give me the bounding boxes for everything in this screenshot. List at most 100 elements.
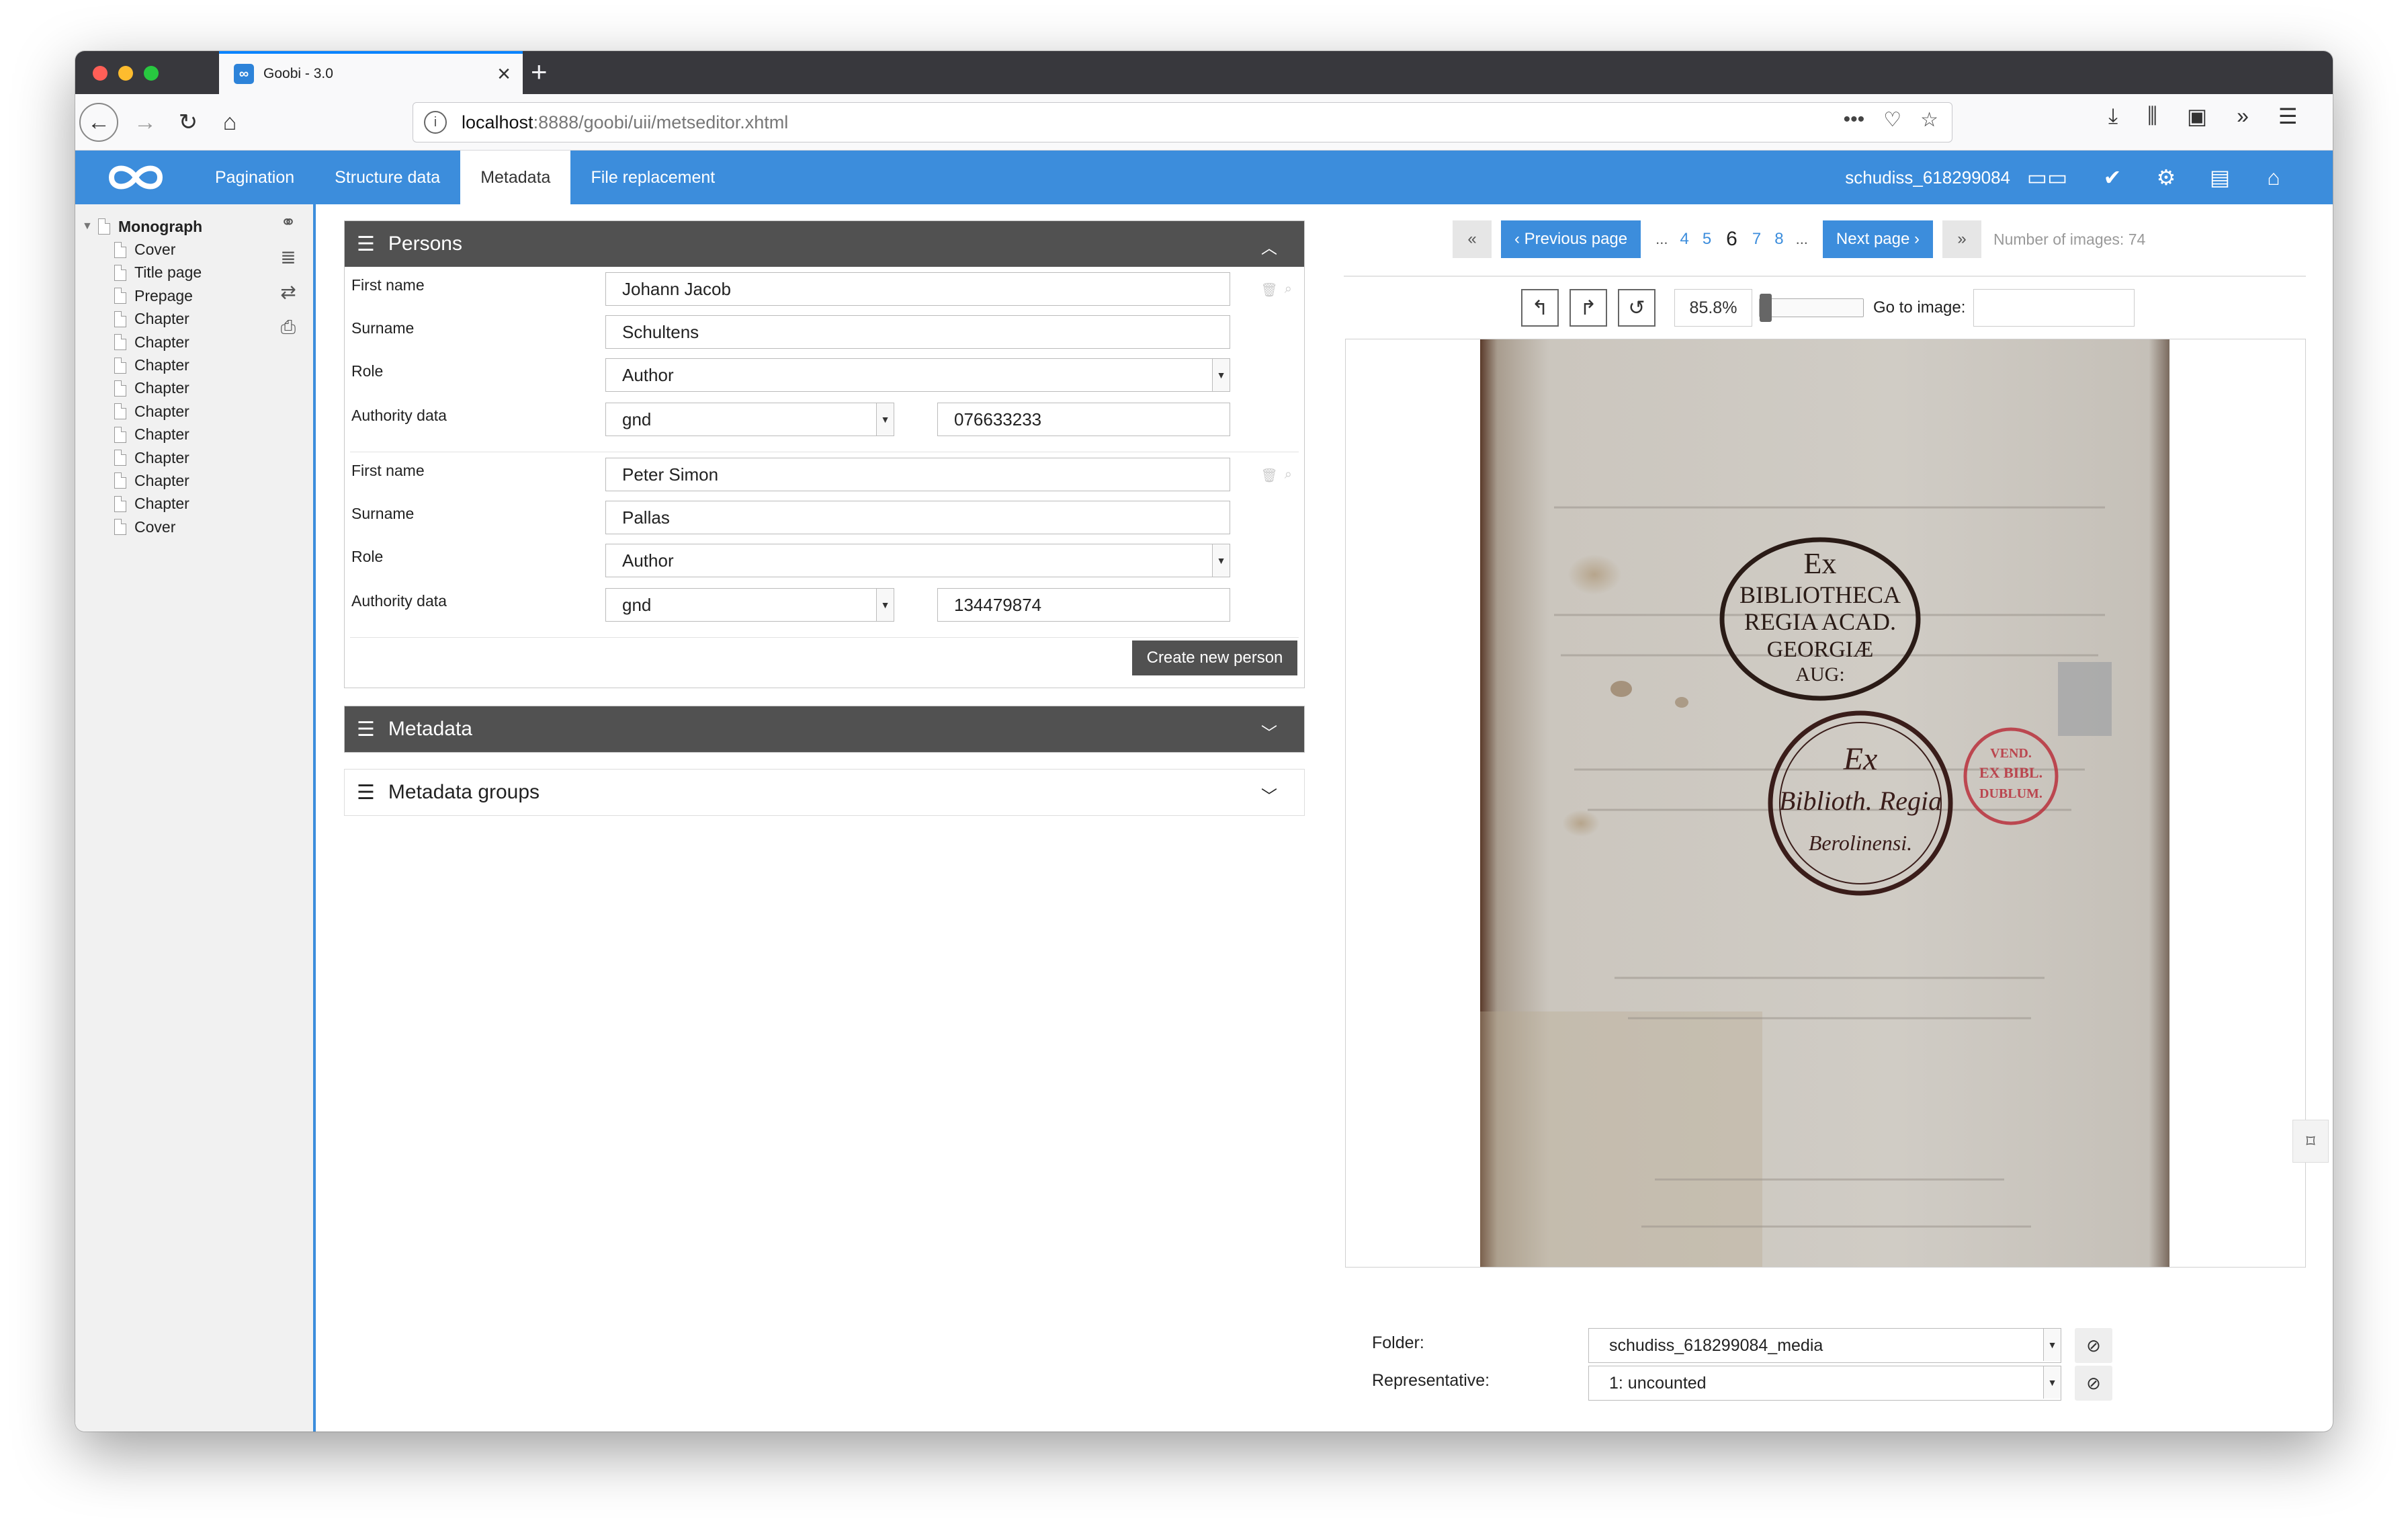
dropdown-arrow-icon[interactable]: ▼ [1212, 544, 1230, 577]
tree-node[interactable]: Chapter [82, 377, 202, 400]
chevron-up-icon[interactable]: ︿ [1261, 235, 1277, 258]
list-icon[interactable]: ≣ [277, 247, 300, 267]
persons-panel-header[interactable]: ☰ Persons ︿ [345, 221, 1304, 267]
tree-node-monograph[interactable]: ▼ Monograph [82, 215, 202, 238]
tree-node[interactable]: Prepage [82, 284, 202, 307]
tree-node[interactable]: Chapter [82, 354, 202, 376]
tree-node[interactable]: Chapter [82, 308, 202, 331]
pocket-icon[interactable]: ♡ [1883, 108, 1901, 132]
page-link[interactable]: 5 [1696, 230, 1718, 249]
close-tab-icon[interactable]: × [497, 60, 511, 87]
surname-field[interactable]: Pallas [605, 501, 1230, 534]
next-page-button[interactable]: Next page › [1822, 220, 1933, 258]
tab-file-replacement[interactable]: File replacement [570, 151, 735, 204]
swap-arrows-icon[interactable]: ⇄ [277, 282, 300, 302]
link-icon[interactable]: ⚭ [277, 212, 300, 233]
tree-node[interactable]: Chapter [82, 469, 202, 492]
dropdown-arrow-icon[interactable]: ▼ [876, 403, 894, 436]
surname-field[interactable]: Schultens [605, 315, 1230, 349]
url-text[interactable]: localhost:8888/goobi/uii/metseditor.xhtm… [462, 112, 788, 133]
authority-source-select[interactable]: gnd ▼ [605, 588, 894, 622]
tree-node[interactable]: Chapter [82, 400, 202, 423]
home-exit-icon[interactable]: ⌂ [2260, 163, 2287, 192]
slider-handle[interactable] [1760, 294, 1772, 322]
search-icon[interactable]: ⌕ [1285, 467, 1292, 484]
home-icon[interactable]: ⌂ [211, 104, 249, 141]
search-icon[interactable]: ⌕ [1285, 282, 1292, 298]
authority-source-select[interactable]: gnd ▼ [605, 403, 894, 436]
tab-pagination[interactable]: Pagination [195, 151, 314, 204]
rotate-right-icon[interactable]: ↱ [1570, 289, 1607, 327]
first-name-field[interactable]: Johann Jacob [605, 272, 1230, 306]
tab-metadata[interactable]: Metadata [460, 151, 571, 204]
maximize-window-button[interactable] [144, 66, 159, 81]
minimize-window-button[interactable] [118, 66, 133, 81]
page-link[interactable]: 8 [1768, 230, 1790, 249]
delete-icon[interactable]: 🗑 [1260, 467, 1277, 484]
dropdown-arrow-icon[interactable]: ▼ [1212, 359, 1230, 391]
create-new-person-button[interactable]: Create new person [1132, 640, 1297, 675]
metadata-panel-header[interactable]: ☰ Metadata ﹀ [345, 706, 1304, 752]
library-icon[interactable]: ⫼ [2147, 104, 2157, 129]
first-page-button[interactable]: « [1453, 220, 1492, 258]
last-page-button[interactable]: » [1942, 220, 1981, 258]
representative-select[interactable]: 1: uncounted ▼ [1588, 1366, 2061, 1401]
page-link[interactable]: 7 [1746, 230, 1768, 249]
download-icon[interactable]: ⤓ [2108, 104, 2118, 129]
first-name-field[interactable]: Peter Simon [605, 458, 1230, 491]
tree-node[interactable]: Cover [82, 515, 202, 538]
tree-node[interactable]: Chapter [82, 331, 202, 354]
metadata-groups-panel-header[interactable]: ☰ Metadata groups ﹀ [345, 770, 1304, 815]
settings-gear-icon[interactable]: ⚙ [2153, 163, 2180, 192]
save-icon[interactable]: ▤ [2206, 163, 2233, 192]
overflow-chevrons-icon[interactable]: » [2237, 104, 2249, 129]
tree-node[interactable]: Chapter [82, 446, 202, 469]
goto-image-input[interactable] [1973, 289, 2135, 327]
tree-node[interactable]: Cover [82, 238, 202, 261]
reload-icon[interactable]: ↻ [169, 104, 207, 141]
tree-node[interactable]: Chapter [82, 423, 202, 446]
folder-select[interactable]: schudiss_618299084_media ▼ [1588, 1328, 2061, 1363]
sidebar-toggle-icon[interactable]: ▣ [2187, 104, 2207, 129]
dropdown-arrow-icon[interactable]: ▼ [2043, 1329, 2061, 1361]
dropdown-arrow-icon[interactable]: ▼ [876, 589, 894, 621]
image-view-toggle-icon[interactable]: ▭▭ [2022, 163, 2072, 192]
close-window-button[interactable] [93, 66, 108, 81]
zoom-slider[interactable] [1759, 294, 1864, 322]
role-select[interactable]: Author ▼ [605, 544, 1230, 577]
bookmark-star-icon[interactable]: ☆ [1920, 108, 1938, 132]
dropdown-arrow-icon[interactable]: ▼ [2043, 1366, 2061, 1399]
new-tab-icon[interactable]: + [531, 55, 548, 89]
tree-node[interactable]: Chapter [82, 493, 202, 515]
hamburger-menu-icon[interactable]: ☰ [2278, 104, 2298, 129]
goobi-logo-icon[interactable] [102, 159, 169, 196]
representative-confirm-icon[interactable]: ⊘ [2075, 1366, 2112, 1401]
back-arrow-icon[interactable]: ← [79, 103, 118, 142]
tab-structure-data[interactable]: Structure data [314, 151, 460, 204]
document-icon [114, 288, 126, 304]
authority-id-field[interactable]: 076633233 [937, 403, 1230, 436]
chevron-down-icon[interactable]: ﹀ [1261, 783, 1277, 806]
rotate-left-icon[interactable]: ↰ [1521, 289, 1559, 327]
scanned-page-image[interactable]: Ex BIBLIOTHECA REGIA ACAD. GEORGIÆ AUG: … [1480, 339, 2169, 1267]
forward-arrow-icon[interactable]: → [126, 104, 164, 141]
page-link[interactable]: 4 [1673, 230, 1695, 249]
chevron-down-icon[interactable]: ﹀ [1261, 720, 1277, 743]
page-actions-icon[interactable]: ••• [1844, 108, 1865, 132]
folder-confirm-icon[interactable]: ⊘ [2075, 1328, 2112, 1363]
site-info-icon[interactable]: i [424, 111, 447, 134]
print-icon[interactable]: ⎙ [277, 317, 300, 337]
authority-id-field[interactable]: 134479874 [937, 588, 1230, 622]
zoom-level[interactable]: 85.8% [1674, 289, 1752, 327]
validate-check-icon[interactable]: ✔ [2099, 163, 2126, 192]
expand-arrow-icon[interactable]: ▼ [82, 220, 98, 233]
url-bar[interactable]: i localhost:8888/goobi/uii/metseditor.xh… [413, 102, 1952, 142]
bookmark-icon[interactable]: ⌑ [2292, 1120, 2329, 1163]
browser-tab[interactable]: ∞ Goobi - 3.0 × [219, 51, 523, 94]
image-viewer[interactable]: Ex BIBLIOTHECA REGIA ACAD. GEORGIÆ AUG: … [1345, 339, 2306, 1268]
tree-node[interactable]: Title page [82, 261, 202, 284]
delete-icon[interactable]: 🗑 [1260, 282, 1277, 298]
role-select[interactable]: Author ▼ [605, 358, 1230, 392]
previous-page-button[interactable]: ‹ Previous page [1501, 220, 1641, 258]
reset-rotation-icon[interactable]: ↺ [1618, 289, 1656, 327]
